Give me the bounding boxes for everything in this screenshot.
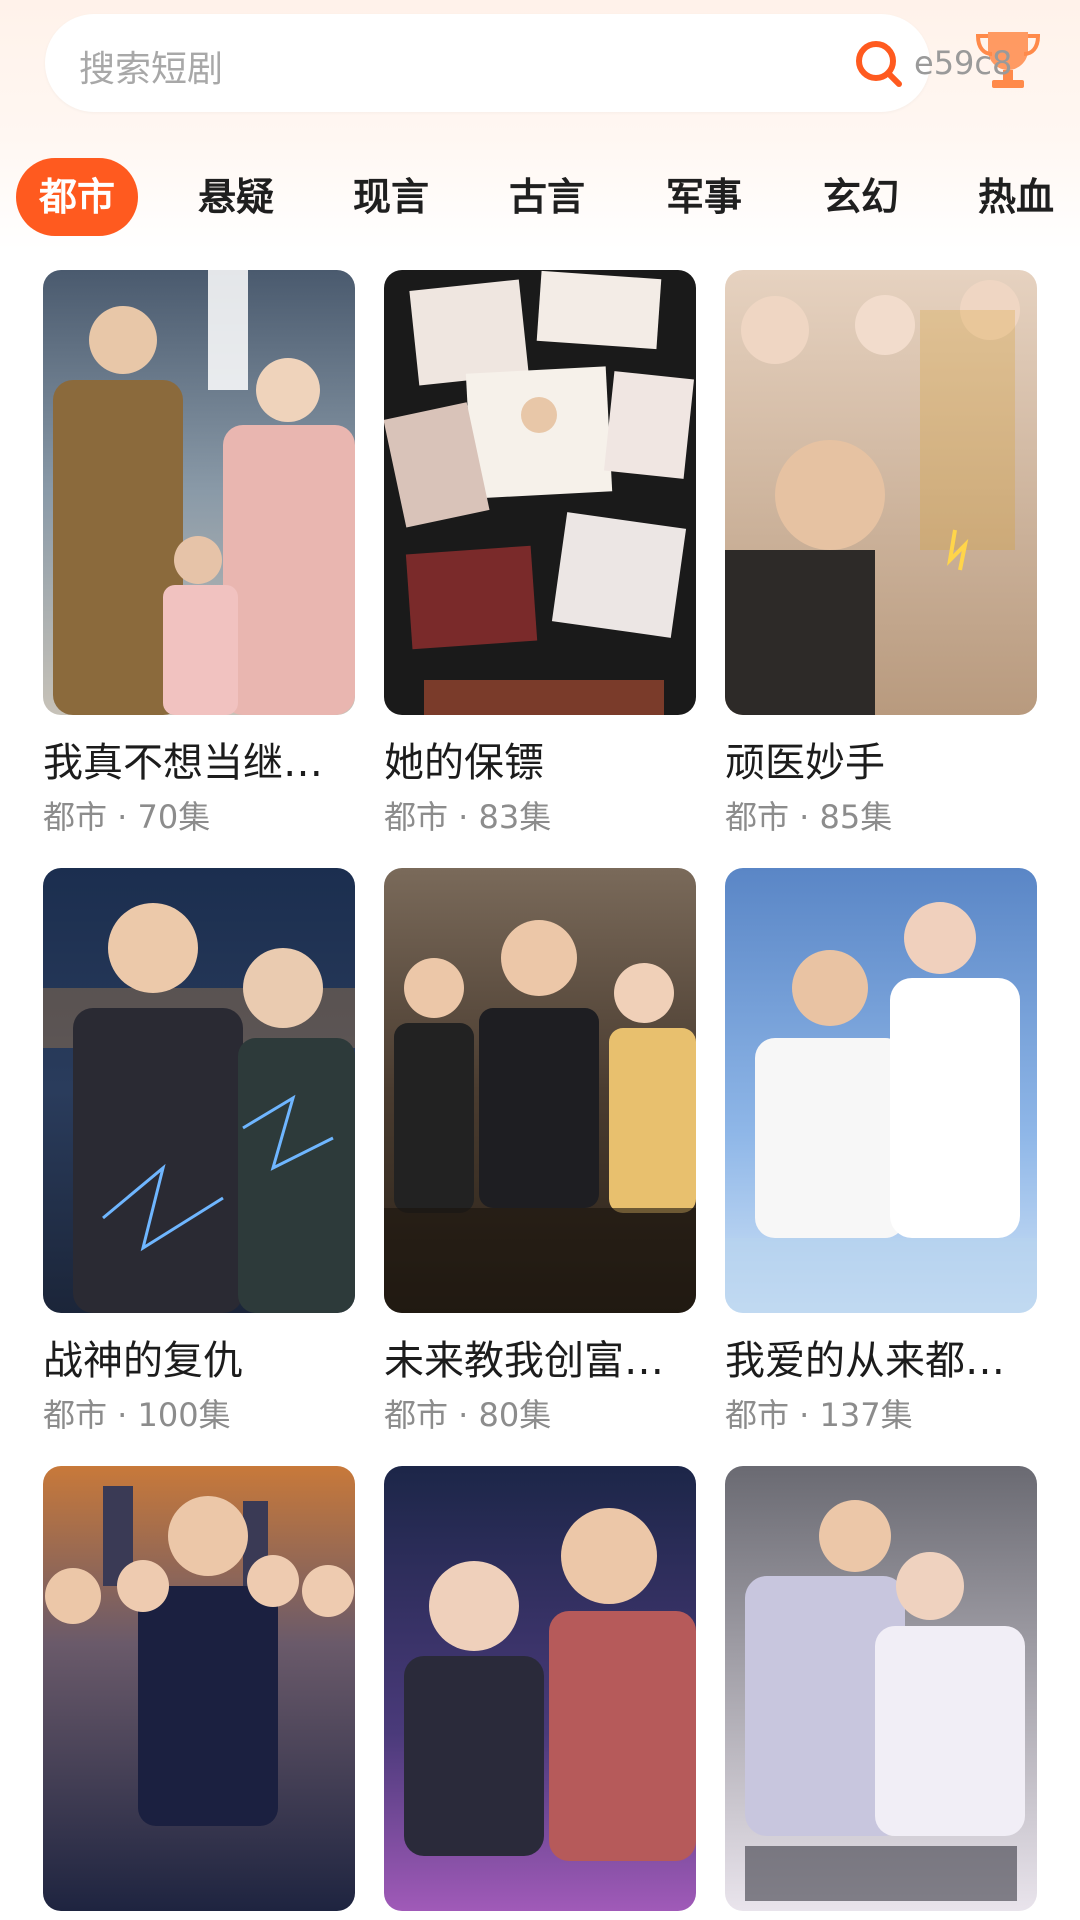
drama-meta: 都市 · 70集 [43, 798, 211, 836]
tab-xuanhuan[interactable]: 玄幻 [811, 158, 911, 236]
drama-poster[interactable] [725, 868, 1037, 1313]
drama-meta: 都市 · 100集 [43, 1396, 231, 1434]
drama-title[interactable]: 我真不想当继… [43, 730, 373, 788]
drama-poster[interactable] [384, 868, 696, 1313]
drama-title[interactable]: 战神的复仇 [43, 1328, 373, 1386]
drama-meta: 都市 · 85集 [725, 798, 893, 836]
tab-junshi[interactable]: 军事 [654, 158, 754, 236]
tab-guyan[interactable]: 古言 [497, 158, 597, 236]
search-bar[interactable]: 搜索短剧 [45, 14, 930, 112]
drama-poster[interactable] [43, 868, 355, 1313]
drama-meta: 都市 · 137集 [725, 1396, 913, 1434]
drama-title[interactable]: 她的保镖 [384, 730, 714, 788]
drama-title[interactable]: 顽医妙手 [725, 730, 1055, 788]
category-tabs: 都市 悬疑 现言 古言 军事 玄幻 热血 [16, 158, 1076, 238]
user-code: e59c8 [914, 44, 1013, 82]
drama-poster[interactable] [384, 270, 696, 715]
drama-poster[interactable] [43, 1466, 355, 1911]
drama-poster[interactable] [725, 1466, 1037, 1911]
trophy-button[interactable]: e59c8 [912, 24, 1052, 104]
tab-dushi[interactable]: 都市 [16, 158, 138, 236]
tab-xianyan[interactable]: 现言 [341, 158, 441, 236]
drama-meta: 都市 · 80集 [384, 1396, 552, 1434]
drama-poster[interactable] [43, 270, 355, 715]
drama-title[interactable]: 我爱的从来都… [725, 1328, 1055, 1386]
tab-rexue[interactable]: 热血 [966, 158, 1066, 236]
search-input[interactable]: 搜索短剧 [79, 40, 223, 92]
tab-xuanyi[interactable]: 悬疑 [186, 158, 286, 236]
drama-meta: 都市 · 83集 [384, 798, 552, 836]
drama-poster[interactable] [725, 270, 1037, 715]
drama-poster[interactable] [384, 1466, 696, 1911]
drama-title[interactable]: 未来教我创富… [384, 1328, 714, 1386]
search-icon[interactable] [851, 36, 907, 92]
